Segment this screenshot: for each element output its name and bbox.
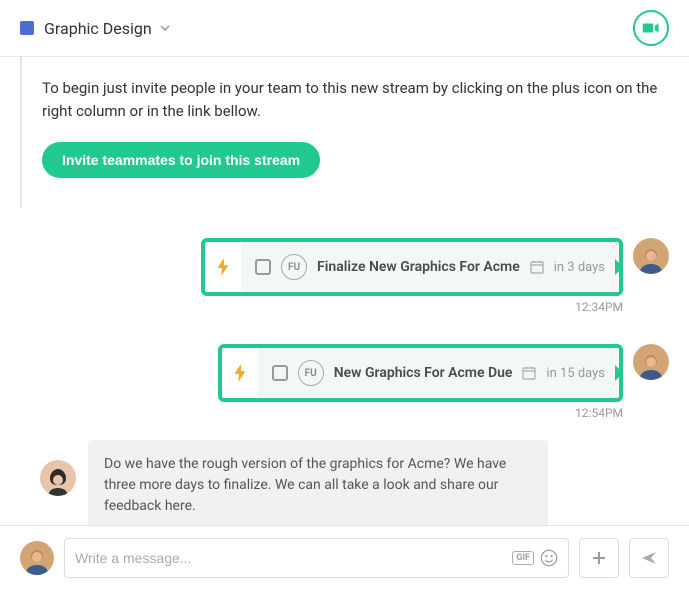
intro-block: To begin just invite people in your team… [20, 57, 669, 208]
lightning-icon [222, 352, 258, 394]
avatar[interactable] [40, 460, 76, 496]
due-text: in 3 days [554, 260, 605, 275]
message-task-2: FU New Graphics For Acme Due in 15 days [40, 344, 669, 402]
task-title: Finalize New Graphics For Acme [317, 259, 520, 275]
send-button[interactable] [629, 538, 669, 578]
task-checkbox[interactable] [255, 259, 271, 275]
assignee-badge: FU [281, 254, 307, 280]
room-color-icon [20, 21, 34, 35]
task-title: New Graphics For Acme Due [334, 365, 513, 381]
invite-teammates-button[interactable]: Invite teammates to join this stream [42, 142, 320, 178]
message-input-wrap: GIF [64, 538, 569, 578]
room-title[interactable]: Graphic Design [44, 19, 152, 38]
message-timestamp: 12:54PM [40, 406, 623, 420]
task-card[interactable]: FU New Graphics For Acme Due in 15 days [218, 344, 623, 402]
avatar[interactable] [633, 238, 669, 274]
due-text: in 15 days [546, 366, 605, 381]
message-task-1: FU Finalize New Graphics For Acme in 3 d… [40, 238, 669, 296]
message-bubble: Do we have the rough version of the grap… [88, 440, 548, 527]
message-input[interactable] [75, 550, 512, 566]
intro-text: To begin just invite people in your team… [42, 77, 669, 122]
task-card[interactable]: FU Finalize New Graphics For Acme in 3 d… [201, 238, 623, 296]
composer: GIF [0, 525, 689, 590]
assignee-badge: FU [298, 360, 324, 386]
message-list: To begin just invite people in your team… [0, 57, 689, 527]
lightning-icon [205, 246, 241, 288]
calendar-icon [530, 260, 544, 274]
header-bar: Graphic Design [0, 0, 689, 57]
task-checkbox[interactable] [272, 365, 288, 381]
gif-button[interactable]: GIF [512, 551, 534, 565]
self-avatar[interactable] [20, 541, 54, 575]
task-body: FU Finalize New Graphics For Acme in 3 d… [241, 242, 619, 292]
video-call-button[interactable] [633, 10, 669, 46]
avatar[interactable] [633, 344, 669, 380]
message-timestamp: 12:34PM [40, 300, 623, 314]
chevron-down-icon[interactable] [160, 23, 170, 34]
message-text: Do we have the rough version of the grap… [40, 440, 669, 527]
add-button[interactable] [579, 538, 619, 578]
emoji-button[interactable] [540, 549, 558, 567]
calendar-icon [522, 366, 536, 380]
task-body: FU New Graphics For Acme Due in 15 days [258, 348, 619, 398]
